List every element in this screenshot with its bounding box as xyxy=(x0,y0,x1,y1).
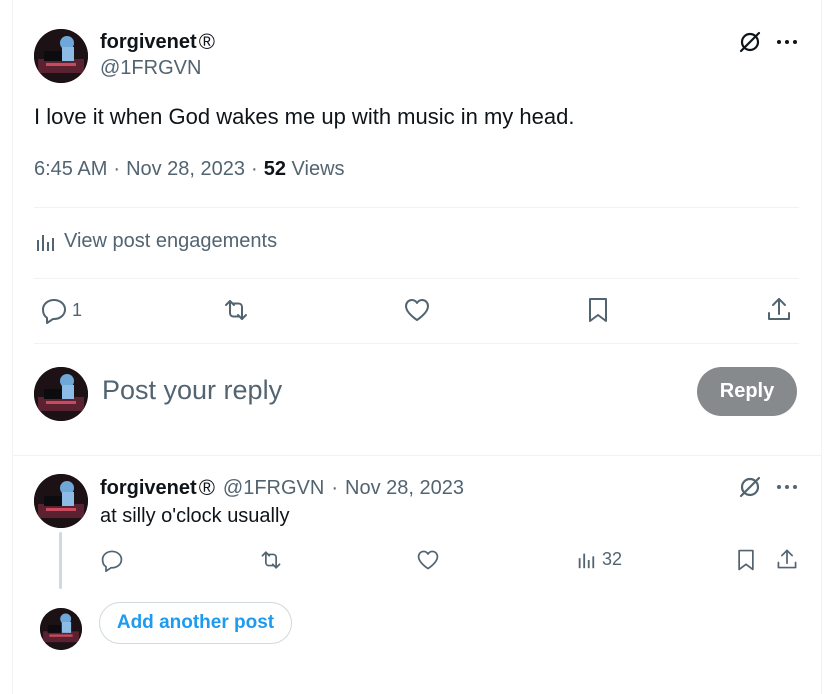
views-count: 52 xyxy=(263,158,286,180)
bookmark-icon[interactable] xyxy=(735,548,757,572)
separator: · xyxy=(113,158,121,180)
more-icon[interactable] xyxy=(776,34,798,50)
user-handle[interactable]: @1FRGVN xyxy=(223,477,324,500)
section-divider xyxy=(12,455,822,456)
view-engagements-link[interactable]: View post engagements xyxy=(34,230,277,253)
grok-icon[interactable] xyxy=(738,30,762,54)
more-icon[interactable] xyxy=(776,479,798,495)
divider xyxy=(34,343,799,344)
analytics-icon xyxy=(34,231,56,253)
post-text: I love it when God wakes me up with musi… xyxy=(34,104,575,129)
repost-icon[interactable] xyxy=(221,296,251,324)
add-another-post-button[interactable]: Add another post xyxy=(99,602,292,644)
grok-icon[interactable] xyxy=(738,475,762,499)
views-label: Views xyxy=(291,158,345,180)
heart-icon[interactable] xyxy=(403,296,431,324)
registered-mark: ® xyxy=(198,475,215,500)
reply-button[interactable]: 1 xyxy=(40,296,82,324)
user-handle[interactable]: @1FRGVN xyxy=(100,57,201,80)
share-icon[interactable] xyxy=(775,547,799,571)
analytics-icon xyxy=(576,550,596,570)
separator: · xyxy=(251,158,258,180)
engagements-label: View post engagements xyxy=(64,230,278,252)
views-button[interactable]: 32 xyxy=(576,549,622,570)
reply-count: 1 xyxy=(72,299,83,320)
avatar[interactable] xyxy=(40,608,82,650)
avatar[interactable] xyxy=(34,474,88,528)
bookmark-icon[interactable] xyxy=(586,296,610,324)
display-name[interactable]: forgivenet xyxy=(100,477,197,500)
post-time[interactable]: 6:45 AM xyxy=(34,158,107,181)
reply-icon[interactable] xyxy=(100,548,124,572)
repost-icon[interactable] xyxy=(258,548,284,572)
avatar[interactable] xyxy=(34,29,88,83)
reply-submit-button[interactable]: Reply xyxy=(697,367,797,416)
registered-mark: ® xyxy=(198,29,215,54)
post-date[interactable]: Nov 28, 2023 xyxy=(126,158,245,181)
divider xyxy=(34,278,799,279)
share-icon[interactable] xyxy=(765,295,793,323)
thread-line xyxy=(59,532,62,589)
reply-icon xyxy=(40,296,68,324)
separator: · xyxy=(331,476,339,499)
reply-input[interactable]: Post your reply xyxy=(102,375,662,406)
divider xyxy=(34,207,799,208)
views-count: 32 xyxy=(602,549,623,569)
avatar[interactable] xyxy=(34,367,88,421)
display-name[interactable]: forgivenet xyxy=(100,31,197,54)
reply-text: at silly o'clock usually xyxy=(100,505,290,527)
reply-date[interactable]: Nov 28, 2023 xyxy=(345,477,464,500)
heart-icon[interactable] xyxy=(416,548,440,572)
